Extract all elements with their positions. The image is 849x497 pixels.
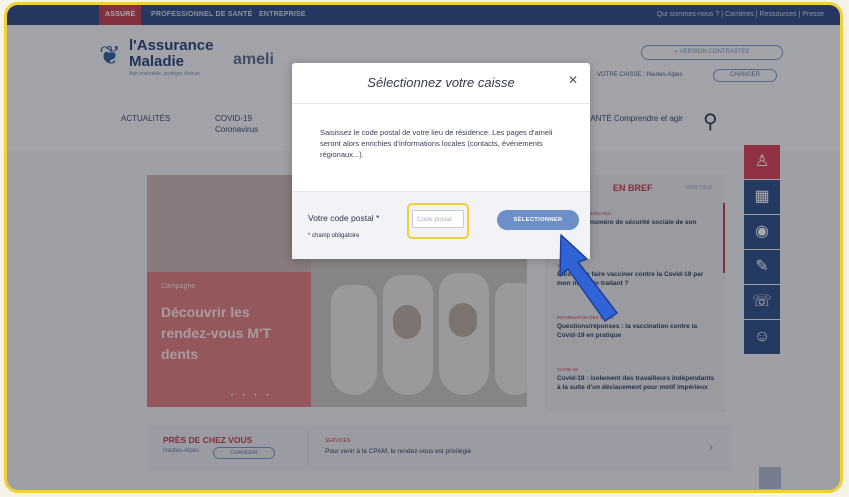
dialog-title: Sélectionnez votre caisse — [367, 75, 515, 90]
screenshot-frame: ASSURÉ PROFESSIONNEL DE SANTÉ ENTREPRISE… — [4, 2, 843, 493]
pointer-arrow-icon — [559, 234, 618, 322]
required-note: * champ obligatoire — [308, 233, 360, 239]
close-icon[interactable]: ✕ — [568, 73, 578, 87]
postal-code-input[interactable] — [412, 210, 464, 228]
postal-code-label: Votre code postal * — [308, 213, 380, 223]
select-button[interactable]: SÉLECTIONNER — [497, 210, 579, 230]
select-caisse-dialog: Sélectionnez votre caisse ✕ Saisissez le… — [292, 63, 590, 259]
dialog-description: Saisissez le code postal de votre lieu d… — [320, 128, 553, 159]
ameli-page: ASSURÉ PROFESSIONNEL DE SANTÉ ENTREPRISE… — [7, 5, 840, 490]
dialog-divider — [292, 103, 590, 104]
